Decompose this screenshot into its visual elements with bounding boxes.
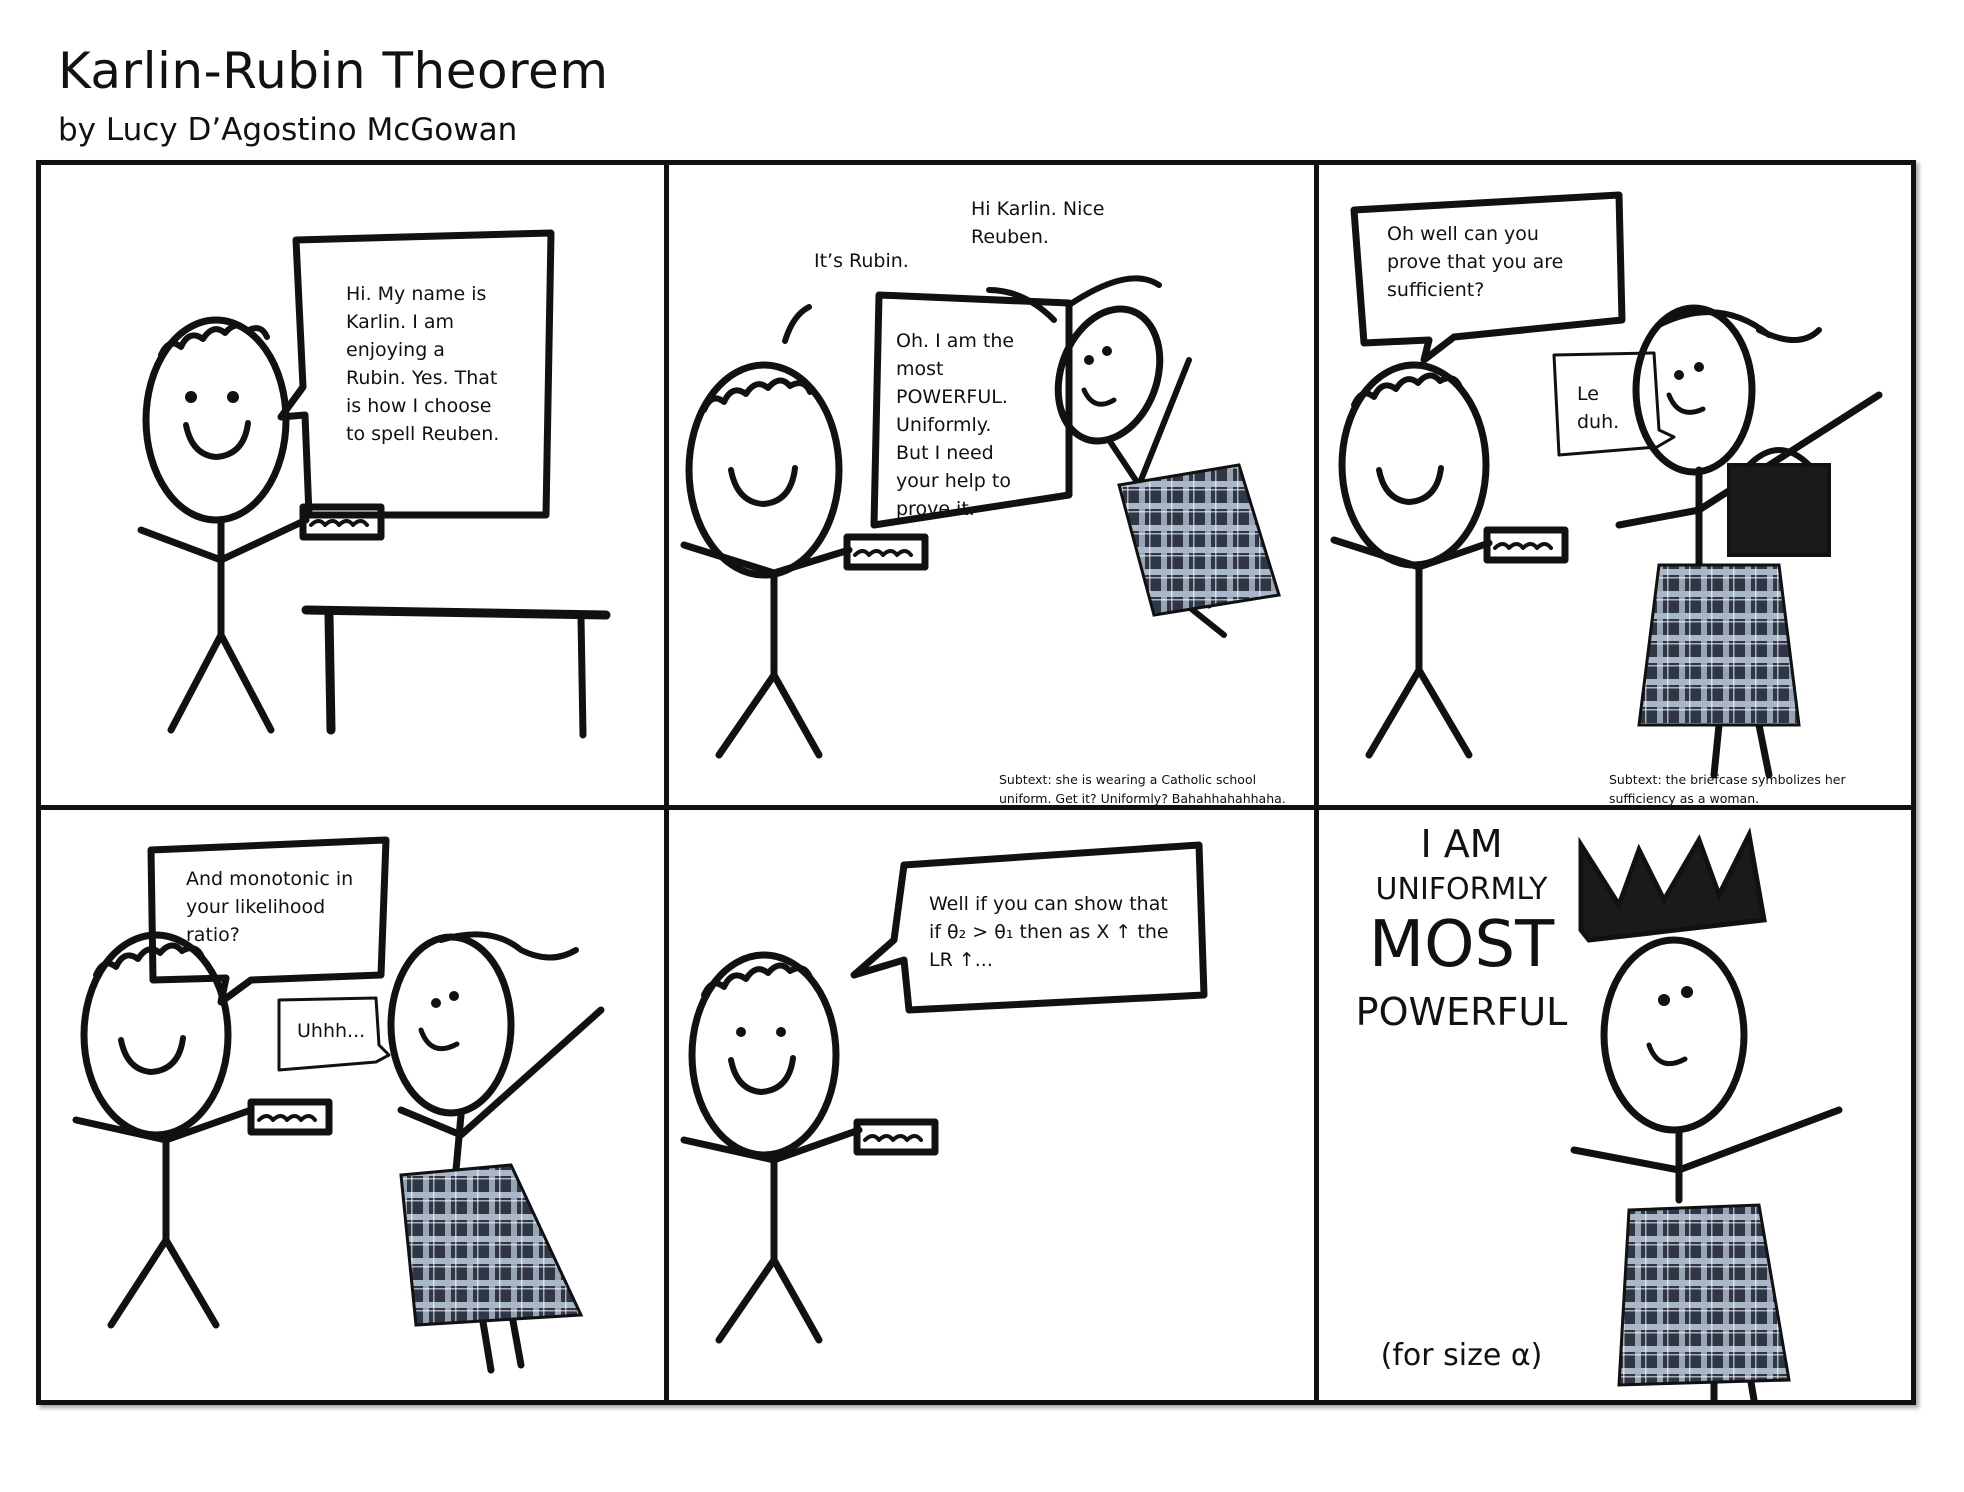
karlin-speech-1: Hi. My name is Karlin. I am enjoying a R… [346,283,500,445]
plaid-skirt-icon [1617,1203,1791,1387]
comic-byline: by Lucy D’Agostino McGowan [58,112,518,148]
karlin-speech-3: Le duh. [1577,383,1620,433]
plaid-skirt-icon [399,1163,584,1327]
panel-6: I AM UNIFORMLY MOST POWERFUL (for size α… [1319,810,1911,1400]
boast-line-3: MOST [1368,908,1555,982]
panel-4: And monotonic in your likelihood ratio? … [41,810,669,1400]
karlin-speech-5: Well if you can show that if θ₂ > θ₁ the… [929,893,1169,971]
panel-2: Hi Karlin. Nice Reuben. It’s Rubin. Oh. … [669,165,1319,810]
panel-3-subtext: Subtext: the briefcase symbolizes her su… [1609,772,1846,806]
rubin-speech-3: Oh well can you prove that you are suffi… [1387,223,1564,301]
karlin-correction-2: It’s Rubin. [814,250,909,272]
karlin-speech-4: Uhhh... [297,1020,366,1042]
rubin-speech-2: Hi Karlin. Nice Reuben. [971,198,1105,248]
panel-2-subtext: Subtext: she is wearing a Catholic schoo… [999,772,1286,806]
plaid-skirt-icon [1117,463,1281,617]
boast-footnote: (for size α) [1380,1338,1543,1373]
crown-icon [1578,827,1767,943]
plaid-skirt-icon [1637,563,1801,727]
briefcase-icon [1727,463,1831,557]
boast-line-1: I AM [1420,822,1503,866]
panel-1-art [137,229,611,739]
panel-3: Oh well can you prove that you are suffi… [1319,165,1911,810]
boast-line-2: UNIFORMLY [1375,872,1548,907]
comic-title: Karlin-Rubin Theorem [58,42,609,100]
karlin-speech-2: Oh. I am the most POWERFUL. Uniformly. B… [896,330,1015,520]
panel-5: Well if you can show that if θ₂ > θ₁ the… [669,810,1319,1400]
rubin-speech-4: And monotonic in your likelihood ratio? [186,868,354,946]
boast-line-4: POWERFUL [1355,990,1568,1034]
panel-1: Hi. My name is Karlin. I am enjoying a R… [41,165,669,810]
comic-grid: Hi. My name is Karlin. I am enjoying a R… [36,160,1916,1405]
